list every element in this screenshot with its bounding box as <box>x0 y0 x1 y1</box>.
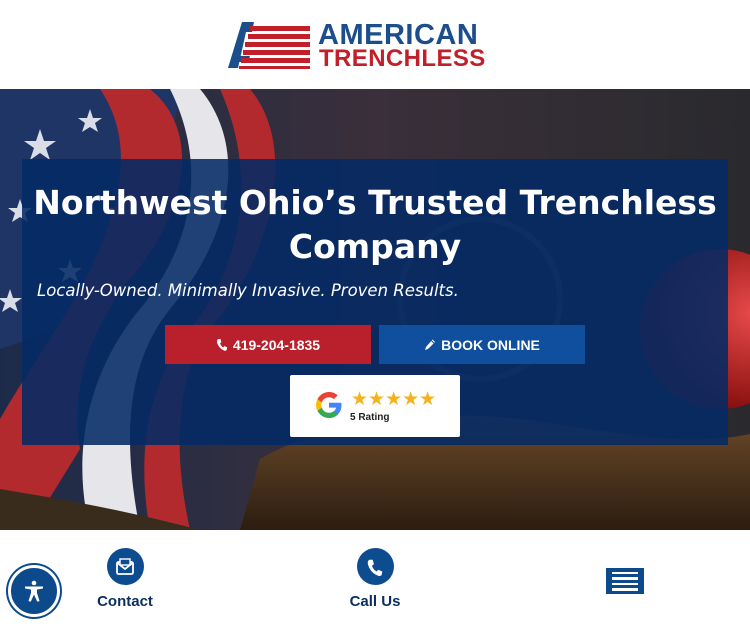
google-icon <box>316 392 342 418</box>
call-us-nav-button[interactable]: Call Us <box>315 548 435 610</box>
mobile-bottom-bar: Contact Call Us <box>0 530 750 628</box>
phone-icon <box>367 559 383 576</box>
logo-flag-a-icon <box>228 22 310 69</box>
five-star-rating: ★★★★★ <box>351 388 437 410</box>
hamburger-menu-icon-bar <box>612 588 638 591</box>
pencil-icon <box>425 339 436 350</box>
contact-nav-button[interactable]: Contact <box>65 548 185 610</box>
logo-text-trenchless: TRENCHLESS <box>319 45 486 72</box>
book-online-label: BOOK ONLINE <box>441 336 540 353</box>
hamburger-menu-icon <box>612 571 638 574</box>
hero-subtitle: Locally-Owned. Minimally Invasive. Prove… <box>37 281 459 300</box>
rating-label: 5 Rating <box>350 412 390 423</box>
envelope-icon <box>116 557 134 575</box>
hamburger-menu-icon-bar <box>612 577 638 580</box>
contact-icon-circle <box>106 548 144 585</box>
accessibility-icon <box>25 580 43 602</box>
hamburger-menu-button[interactable] <box>606 568 644 594</box>
hamburger-menu-icon-bar <box>612 582 638 585</box>
google-review-badge[interactable]: ★★★★★ 5 Rating <box>290 375 460 437</box>
call-us-label: Call Us <box>349 593 401 610</box>
hero-title: Northwest Ohio’s Trusted Trenchless Comp… <box>33 183 717 266</box>
contact-label: Contact <box>97 593 153 610</box>
phone-number-button[interactable]: 419-204-1835 <box>165 325 371 364</box>
site-header: AMERICAN TRENCHLESS <box>0 0 750 89</box>
american-trenchless-logo[interactable]: AMERICAN TRENCHLESS <box>228 20 524 72</box>
hero-overlay-panel: Northwest Ohio’s Trusted Trenchless Comp… <box>22 159 728 445</box>
call-icon-circle <box>356 548 394 585</box>
phone-icon <box>216 338 228 351</box>
phone-number-label: 419-204-1835 <box>232 336 321 353</box>
accessibility-button[interactable] <box>8 565 60 617</box>
book-online-button[interactable]: BOOK ONLINE <box>379 325 585 364</box>
hero-section: Northwest Ohio’s Trusted Trenchless Comp… <box>0 89 750 530</box>
